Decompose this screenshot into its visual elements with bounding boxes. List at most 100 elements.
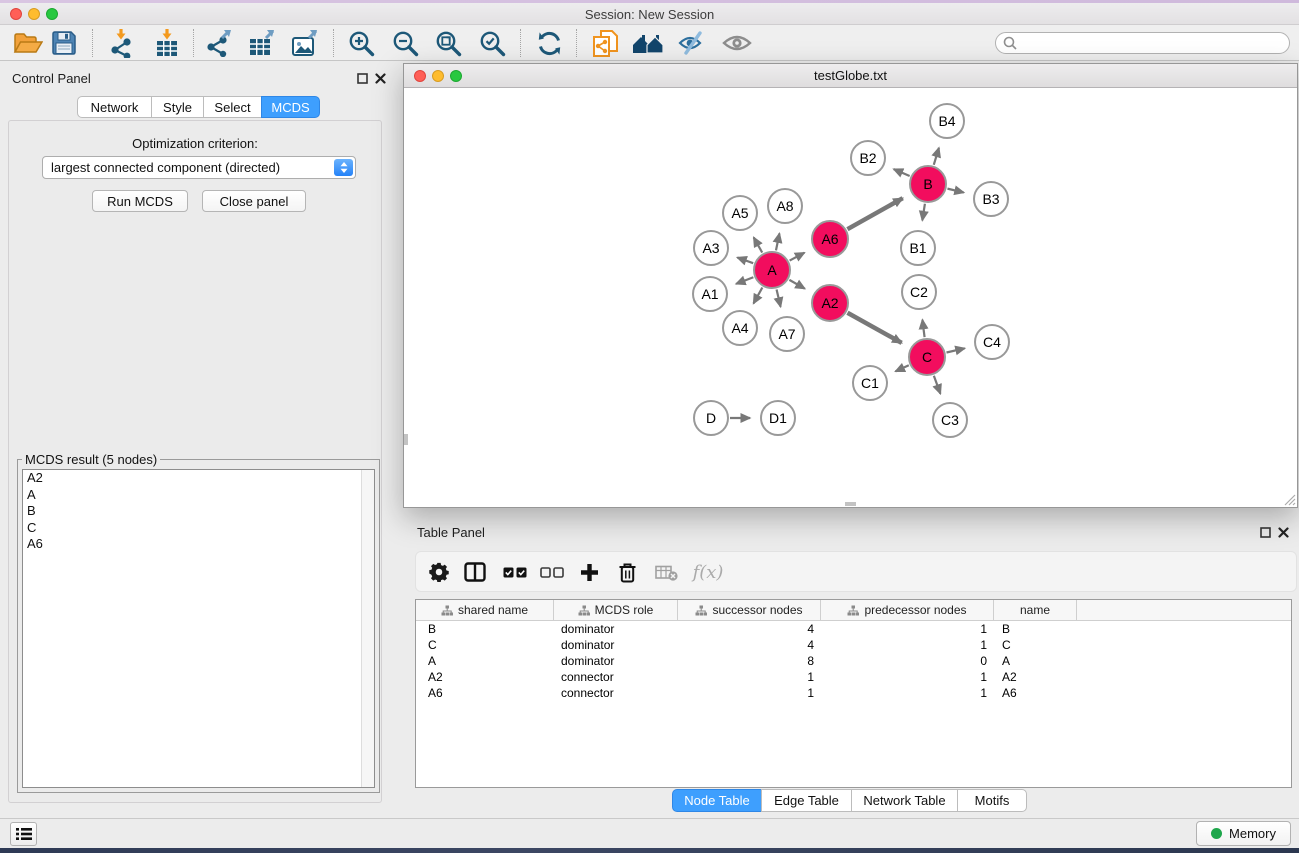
hide-graphics-details-button[interactable] bbox=[676, 28, 708, 58]
tab-network[interactable]: Network bbox=[77, 96, 152, 118]
graph-node-D[interactable]: D bbox=[693, 400, 729, 436]
mcds-result-item[interactable]: B bbox=[23, 503, 374, 520]
tab-style[interactable]: Style bbox=[151, 96, 204, 118]
graph-edge-A-A7[interactable] bbox=[777, 289, 781, 306]
zoom-fit-button[interactable] bbox=[433, 28, 463, 58]
search-input[interactable] bbox=[1021, 34, 1289, 52]
column-header-shared-name[interactable]: shared name bbox=[416, 600, 554, 620]
zoom-selected-button[interactable] bbox=[477, 28, 507, 58]
graph-edge-B-B4[interactable] bbox=[934, 148, 939, 165]
graph-edge-A6-B[interactable] bbox=[847, 198, 902, 229]
export-table-button[interactable] bbox=[247, 28, 277, 58]
tab-network-table[interactable]: Network Table bbox=[851, 789, 958, 812]
column-header-successor-nodes[interactable]: successor nodes bbox=[678, 600, 821, 620]
graph-node-B3[interactable]: B3 bbox=[973, 181, 1009, 217]
show-columns-button[interactable] bbox=[462, 557, 488, 587]
horizontal-scroll-indicator[interactable] bbox=[845, 502, 856, 506]
graph-edge-A-A4[interactable] bbox=[754, 288, 763, 304]
resize-grip-icon[interactable] bbox=[1283, 493, 1296, 506]
column-header-predecessor-nodes[interactable]: predecessor nodes bbox=[821, 600, 994, 620]
column-header-name[interactable]: name bbox=[994, 600, 1077, 620]
graph-edge-C-C2[interactable] bbox=[922, 320, 924, 337]
zoom-out-button[interactable] bbox=[390, 28, 420, 58]
criterion-select[interactable]: largest connected component (directed) bbox=[42, 156, 356, 179]
export-image-button[interactable] bbox=[290, 28, 320, 58]
tab-select[interactable]: Select bbox=[203, 96, 262, 118]
mcds-result-item[interactable]: A bbox=[23, 487, 374, 504]
graph-node-B1[interactable]: B1 bbox=[900, 230, 936, 266]
graph-edge-A-A5[interactable] bbox=[754, 237, 763, 252]
mcds-result-item[interactable]: C bbox=[23, 520, 374, 537]
run-mcds-button[interactable]: Run MCDS bbox=[92, 190, 188, 212]
export-network-button[interactable] bbox=[204, 28, 234, 58]
import-table-button[interactable] bbox=[152, 28, 182, 58]
column-header-mcds-role[interactable]: MCDS role bbox=[554, 600, 678, 620]
table-options-button[interactable] bbox=[427, 557, 451, 587]
delete-columns-button[interactable] bbox=[615, 557, 639, 587]
table-panel-close-button[interactable] bbox=[1277, 526, 1290, 539]
tab-mcds[interactable]: MCDS bbox=[261, 96, 320, 118]
graph-edge-B-B2[interactable] bbox=[894, 169, 910, 176]
delete-table-button[interactable] bbox=[652, 557, 680, 587]
table-row[interactable]: A6connector11A6 bbox=[416, 685, 1291, 701]
graph-node-A8[interactable]: A8 bbox=[767, 188, 803, 224]
show-graphics-details-button[interactable] bbox=[721, 28, 753, 58]
mcds-result-item[interactable]: A6 bbox=[23, 536, 374, 553]
graph-node-D1[interactable]: D1 bbox=[760, 400, 796, 436]
table-row[interactable]: Adominator80A bbox=[416, 653, 1291, 669]
graph-edge-A-A2[interactable] bbox=[789, 280, 804, 289]
memory-button[interactable]: Memory bbox=[1196, 821, 1291, 846]
refresh-view-button[interactable] bbox=[534, 28, 564, 58]
control-panel-float-button[interactable] bbox=[356, 72, 369, 85]
mcds-result-item[interactable]: A2 bbox=[23, 470, 374, 487]
graph-node-A1[interactable]: A1 bbox=[692, 276, 728, 312]
new-network-from-file-button[interactable] bbox=[590, 28, 620, 58]
graph-node-A4[interactable]: A4 bbox=[722, 310, 758, 346]
graph-edge-C-C4[interactable] bbox=[946, 348, 964, 352]
graph-node-B4[interactable]: B4 bbox=[929, 103, 965, 139]
tab-motifs[interactable]: Motifs bbox=[957, 789, 1027, 812]
mcds-result-scrollbar[interactable] bbox=[361, 470, 374, 787]
show-task-history-button[interactable] bbox=[10, 822, 37, 846]
graph-edge-C-C3[interactable] bbox=[934, 376, 941, 394]
graph-node-A3[interactable]: A3 bbox=[693, 230, 729, 266]
graph-edge-A-A1[interactable] bbox=[736, 277, 753, 284]
table-row[interactable]: A2connector11A2 bbox=[416, 669, 1291, 685]
save-session-button[interactable] bbox=[50, 28, 78, 58]
create-column-button[interactable] bbox=[577, 557, 601, 587]
deselect-all-columns-button[interactable] bbox=[539, 557, 565, 587]
graph-node-B2[interactable]: B2 bbox=[850, 140, 886, 176]
control-panel-close-button[interactable] bbox=[374, 72, 387, 85]
graph-edge-A-A6[interactable] bbox=[790, 253, 805, 261]
open-session-button[interactable] bbox=[12, 28, 44, 58]
tab-edge-table[interactable]: Edge Table bbox=[761, 789, 852, 812]
select-all-columns-button[interactable] bbox=[502, 557, 528, 587]
graph-node-A[interactable]: A bbox=[753, 251, 791, 289]
graph-edge-B-B3[interactable] bbox=[947, 189, 963, 193]
graph-node-A7[interactable]: A7 bbox=[769, 316, 805, 352]
graph-node-C4[interactable]: C4 bbox=[974, 324, 1010, 360]
table-row[interactable]: Bdominator41B bbox=[416, 621, 1291, 637]
graph-node-B[interactable]: B bbox=[909, 165, 947, 203]
function-builder-button[interactable]: f(x) bbox=[690, 557, 726, 587]
graph-node-A5[interactable]: A5 bbox=[722, 195, 758, 231]
import-network-button[interactable] bbox=[106, 28, 136, 58]
network-canvas[interactable]: AA1A2A3A4A5A6A7A8BB1B2B3B4CC1C2C3C4DD1 bbox=[404, 89, 1297, 507]
zoom-in-button[interactable] bbox=[346, 28, 376, 58]
graph-node-C[interactable]: C bbox=[908, 338, 946, 376]
graph-edge-A2-C[interactable] bbox=[847, 313, 901, 343]
graph-node-C3[interactable]: C3 bbox=[932, 402, 968, 438]
close-panel-button[interactable]: Close panel bbox=[202, 190, 306, 212]
graph-node-A2[interactable]: A2 bbox=[811, 284, 849, 322]
graph-edge-A-A3[interactable] bbox=[737, 257, 753, 263]
toolbar-search[interactable] bbox=[995, 32, 1290, 54]
graph-node-C1[interactable]: C1 bbox=[852, 365, 888, 401]
graph-edge-B-B1[interactable] bbox=[922, 204, 925, 221]
tab-node-table[interactable]: Node Table bbox=[672, 789, 762, 812]
apply-layout-home-button[interactable] bbox=[630, 28, 666, 58]
graph-edge-A-A8[interactable] bbox=[776, 233, 779, 250]
table-row[interactable]: Cdominator41C bbox=[416, 637, 1291, 653]
graph-edge-C-C1[interactable] bbox=[895, 365, 908, 371]
graph-node-C2[interactable]: C2 bbox=[901, 274, 937, 310]
table-panel-float-button[interactable] bbox=[1259, 526, 1272, 539]
